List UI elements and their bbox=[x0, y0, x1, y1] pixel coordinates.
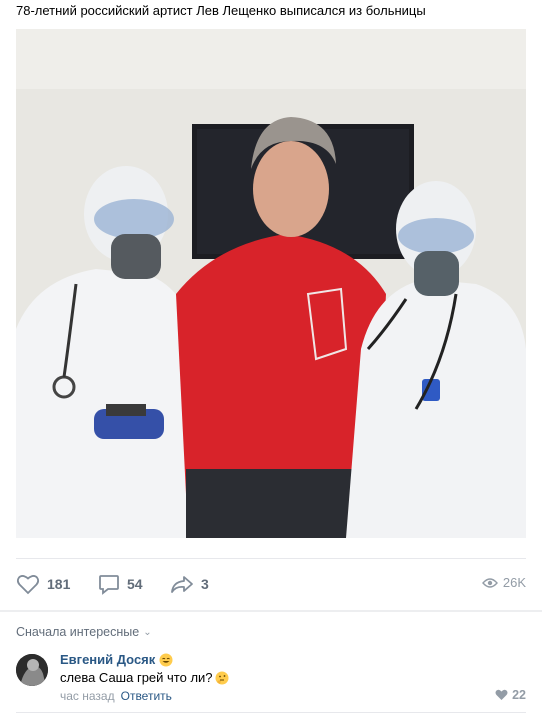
post-actions: 181 54 3 26K bbox=[16, 566, 526, 602]
avatar[interactable] bbox=[16, 654, 48, 686]
share-icon bbox=[171, 576, 193, 593]
smile-emoji-icon bbox=[159, 653, 173, 666]
like-count: 181 bbox=[47, 576, 71, 592]
comment-time[interactable]: час назад bbox=[60, 689, 115, 703]
comment-author[interactable]: Евгений Досяк bbox=[60, 652, 155, 667]
comment-like-button[interactable]: 22 bbox=[495, 688, 526, 702]
views: 26K bbox=[481, 575, 526, 590]
like-button[interactable]: 181 bbox=[16, 573, 70, 595]
heart-icon bbox=[16, 575, 40, 595]
eye-icon bbox=[481, 577, 498, 588]
post-text: 78-летний российский артист Лев Лещенко … bbox=[16, 3, 426, 18]
comment-body: слева Саша грей что ли? bbox=[60, 670, 229, 685]
divider bbox=[16, 558, 526, 559]
chevron-down-icon: ⌄ bbox=[143, 626, 152, 638]
comment-icon bbox=[99, 575, 119, 595]
comment-sort[interactable]: Сначала интересные ⌄ bbox=[16, 625, 152, 639]
share-count: 3 bbox=[201, 576, 209, 592]
share-button[interactable]: 3 bbox=[170, 573, 209, 595]
comment-text: слева Саша грей что ли? bbox=[60, 670, 213, 685]
avatar-image bbox=[16, 654, 48, 686]
views-count: 26K bbox=[502, 575, 526, 590]
section-divider bbox=[0, 610, 542, 612]
comment-count: 54 bbox=[127, 576, 143, 592]
post-photo[interactable] bbox=[16, 29, 526, 538]
comment-button[interactable]: 54 bbox=[98, 573, 143, 595]
reply-link[interactable]: Ответить bbox=[121, 689, 172, 703]
comment-meta: час назад Ответить bbox=[60, 689, 172, 703]
comment-like-count: 22 bbox=[512, 688, 526, 702]
sort-label: Сначала интересные bbox=[16, 625, 140, 639]
divider bbox=[16, 712, 526, 713]
thinking-emoji-icon bbox=[215, 671, 229, 684]
comment-header: Евгений Досяк bbox=[60, 652, 173, 667]
heart-icon bbox=[495, 689, 508, 700]
photo-illustration bbox=[16, 29, 526, 538]
